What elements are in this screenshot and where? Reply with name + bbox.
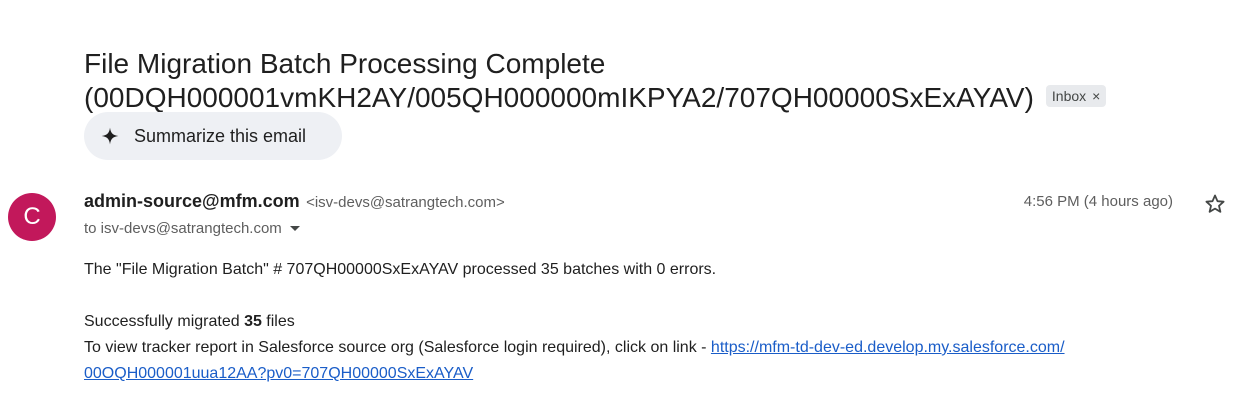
sparkle-icon <box>101 127 119 145</box>
avatar-letter: C <box>23 203 41 230</box>
subject-line-2: (00DQH000001vmKH2AY/005QH000000mIKPYA2/7… <box>84 81 1224 115</box>
summarize-label: Summarize this email <box>134 125 307 146</box>
subject-ids: (00DQH000001vmKH2AY/005QH000000mIKPYA2/7… <box>84 81 1034 113</box>
email-timestamp: 4:56 PM (4 hours ago) <box>1023 193 1173 210</box>
inbox-label-chip[interactable]: Inbox × <box>1045 85 1107 108</box>
body-line-tracker: To view tracker report in Salesforce sou… <box>84 335 1224 387</box>
email-subject: File Migration Batch Processing Complete… <box>84 47 1224 115</box>
migrated-suffix: files <box>261 313 295 330</box>
tracker-report-link-part-1[interactable]: https://mfm-td-dev-ed.develop.my.salesfo… <box>711 339 1065 356</box>
body-line-status: The "File Migration Batch" # 707QH00000S… <box>84 261 717 278</box>
star-icon[interactable] <box>1203 192 1227 216</box>
sender-name[interactable]: admin-source@mfm.com <box>84 191 300 211</box>
email-body: The "File Migration Batch" # 707QH00000S… <box>84 257 1224 387</box>
migrated-prefix: Successfully migrated <box>84 313 245 330</box>
recipients: to isv-devs@satrangtech.com <box>84 220 282 237</box>
sender-email: <isv-devs@satrangtech.com> <box>306 194 505 211</box>
subject-line-1: File Migration Batch Processing Complete <box>84 47 606 79</box>
chevron-down-icon[interactable] <box>289 226 300 231</box>
inbox-label: Inbox <box>1051 88 1087 105</box>
tracker-text: To view tracker report in Salesforce sou… <box>84 339 711 356</box>
avatar[interactable]: C <box>8 193 56 241</box>
recipients-line: to isv-devs@satrangtech.com <box>84 220 300 237</box>
migrated-count: 35 <box>244 313 262 330</box>
tracker-report-link-part-2[interactable]: 00OQH000001uua12AA?pv0=707QH00000SxExAYA… <box>84 365 473 382</box>
sender-line: admin-source@mfm.com <isv-devs@satrangte… <box>84 191 505 212</box>
remove-label-icon[interactable]: × <box>1092 86 1100 106</box>
body-line-migrated: Successfully migrated 35 files <box>84 309 1224 335</box>
summarize-email-button[interactable]: Summarize this email <box>84 112 342 160</box>
